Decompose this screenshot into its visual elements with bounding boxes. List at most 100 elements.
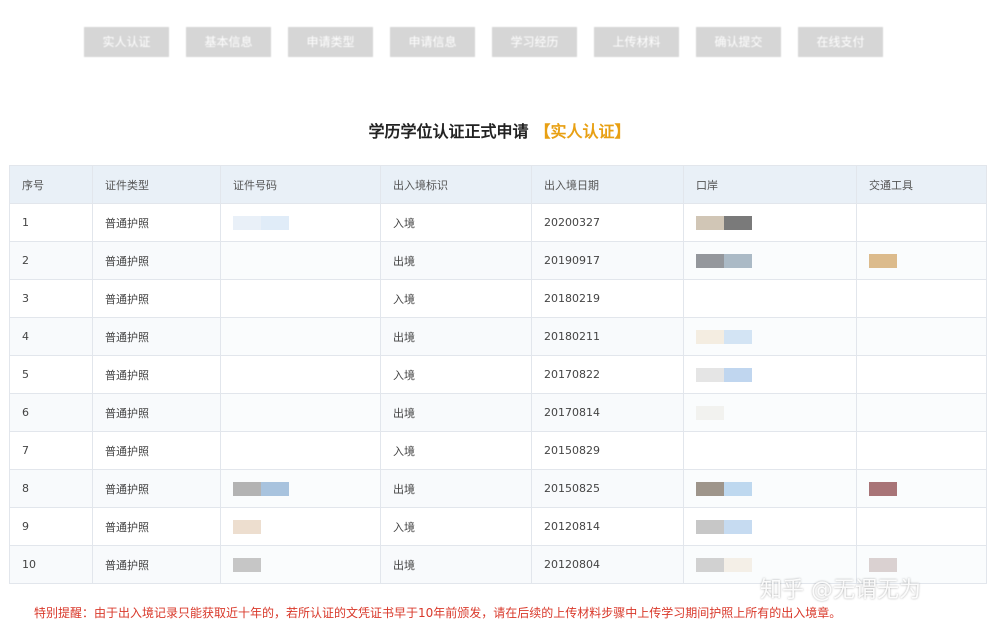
cell-doc-number-redacted <box>220 317 381 356</box>
cell-entry-exit-flag: 入境 <box>380 203 532 242</box>
cell-doc-type: 普通护照 <box>92 317 221 356</box>
table-row: 8 普通护照 出境 20150825 <box>9 469 987 508</box>
cell-transport-redacted <box>856 469 987 508</box>
cell-entry-exit-date: 20170814 <box>531 393 684 432</box>
table-row: 6 普通护照 出境 20170814 <box>9 393 987 432</box>
cell-index: 5 <box>9 355 93 394</box>
cell-port-redacted <box>683 203 857 242</box>
cell-port-redacted <box>683 431 857 470</box>
cell-transport-redacted <box>856 355 987 394</box>
cell-entry-exit-flag: 出境 <box>380 317 532 356</box>
cell-entry-exit-flag: 入境 <box>380 507 532 546</box>
cell-port-redacted <box>683 279 857 318</box>
step-bar: 实人认证 基本信息 申请类型 申请信息 学习经历 上传材料 确认提交 在线支付 <box>84 27 883 57</box>
cell-doc-number-redacted <box>220 469 381 508</box>
cell-doc-number-redacted <box>220 355 381 394</box>
cell-port-redacted <box>683 241 857 280</box>
header-doc-type: 证件类型 <box>92 165 221 204</box>
cell-entry-exit-date: 20180211 <box>531 317 684 356</box>
page-title-main: 学历学位认证正式申请 <box>368 122 529 141</box>
cell-index: 7 <box>9 431 93 470</box>
cell-doc-type: 普通护照 <box>92 431 221 470</box>
step-online-payment[interactable]: 在线支付 <box>798 27 883 57</box>
header-transport: 交通工具 <box>856 165 987 204</box>
step-study-history[interactable]: 学习经历 <box>492 27 577 57</box>
step-application-type[interactable]: 申请类型 <box>288 27 373 57</box>
table-header-row: 序号 证件类型 证件号码 出入境标识 出入境日期 口岸 交通工具 <box>9 165 987 204</box>
table-row: 7 普通护照 入境 20150829 <box>9 431 987 470</box>
header-port: 口岸 <box>683 165 857 204</box>
cell-entry-exit-flag: 出境 <box>380 393 532 432</box>
cell-entry-exit-flag: 出境 <box>380 545 532 584</box>
cell-doc-number-redacted <box>220 431 381 470</box>
cell-doc-type: 普通护照 <box>92 203 221 242</box>
cell-doc-type: 普通护照 <box>92 545 221 584</box>
cell-doc-number-redacted <box>220 241 381 280</box>
table-row: 2 普通护照 出境 20190917 <box>9 241 987 280</box>
cell-port-redacted <box>683 355 857 394</box>
warning-note: 特别提醒：由于出入境记录只能获取近十年的，若所认证的文凭证书早于10年前颁发，请… <box>34 606 842 620</box>
step-confirm-submit[interactable]: 确认提交 <box>696 27 781 57</box>
cell-transport-redacted <box>856 431 987 470</box>
cell-entry-exit-flag: 出境 <box>380 241 532 280</box>
cell-transport-redacted <box>856 317 987 356</box>
cell-index: 4 <box>9 317 93 356</box>
header-entry-exit-date: 出入境日期 <box>531 165 684 204</box>
header-entry-exit-flag: 出入境标识 <box>380 165 532 204</box>
cell-doc-number-redacted <box>220 545 381 584</box>
header-doc-number: 证件号码 <box>220 165 381 204</box>
cell-doc-type: 普通护照 <box>92 469 221 508</box>
step-basic-info[interactable]: 基本信息 <box>186 27 271 57</box>
cell-doc-type: 普通护照 <box>92 279 221 318</box>
table-row: 5 普通护照 入境 20170822 <box>9 355 987 394</box>
cell-entry-exit-date: 20200327 <box>531 203 684 242</box>
step-application-info[interactable]: 申请信息 <box>390 27 475 57</box>
cell-entry-exit-flag: 入境 <box>380 279 532 318</box>
table-row: 4 普通护照 出境 20180211 <box>9 317 987 356</box>
cell-doc-type: 普通护照 <box>92 355 221 394</box>
cell-port-redacted <box>683 317 857 356</box>
cell-doc-number-redacted <box>220 279 381 318</box>
table-row: 3 普通护照 入境 20180219 <box>9 279 987 318</box>
cell-doc-type: 普通护照 <box>92 507 221 546</box>
cell-port-redacted <box>683 507 857 546</box>
step-real-person-auth[interactable]: 实人认证 <box>84 27 169 57</box>
cell-transport-redacted <box>856 279 987 318</box>
cell-entry-exit-flag: 入境 <box>380 431 532 470</box>
cell-index: 9 <box>9 507 93 546</box>
cell-doc-number-redacted <box>220 507 381 546</box>
step-upload-materials[interactable]: 上传材料 <box>594 27 679 57</box>
cell-transport-redacted <box>856 507 987 546</box>
cell-transport-redacted <box>856 203 987 242</box>
cell-index: 1 <box>9 203 93 242</box>
cell-entry-exit-flag: 入境 <box>380 355 532 394</box>
cell-index: 6 <box>9 393 93 432</box>
cell-doc-type: 普通护照 <box>92 393 221 432</box>
cell-entry-exit-date: 20120804 <box>531 545 684 584</box>
cell-entry-exit-date: 20180219 <box>531 279 684 318</box>
cell-doc-number-redacted <box>220 393 381 432</box>
cell-index: 3 <box>9 279 93 318</box>
cell-transport-redacted <box>856 241 987 280</box>
cell-entry-exit-date: 20190917 <box>531 241 684 280</box>
cell-port-redacted <box>683 393 857 432</box>
table-row: 1 普通护照 入境 20200327 <box>9 203 987 242</box>
cell-doc-number-redacted <box>220 203 381 242</box>
cell-entry-exit-date: 20150829 <box>531 431 684 470</box>
cell-transport-redacted <box>856 393 987 432</box>
table-row: 9 普通护照 入境 20120814 <box>9 507 987 546</box>
watermark: 知乎 @无谓无为 <box>760 578 921 603</box>
cell-index: 10 <box>9 545 93 584</box>
cell-entry-exit-date: 20150825 <box>531 469 684 508</box>
cell-entry-exit-date: 20170822 <box>531 355 684 394</box>
cell-index: 2 <box>9 241 93 280</box>
cell-index: 8 <box>9 469 93 508</box>
cell-entry-exit-date: 20120814 <box>531 507 684 546</box>
page-title: 学历学位认证正式申请 【实人认证】 <box>0 118 999 142</box>
entry-exit-table: 序号 证件类型 证件号码 出入境标识 出入境日期 口岸 交通工具 1 普通护照 入境… <box>9 165 987 584</box>
page-title-highlight: 【实人认证】 <box>534 122 631 141</box>
cell-entry-exit-flag: 出境 <box>380 469 532 508</box>
cell-port-redacted <box>683 469 857 508</box>
cell-doc-type: 普通护照 <box>92 241 221 280</box>
header-index: 序号 <box>9 165 93 204</box>
